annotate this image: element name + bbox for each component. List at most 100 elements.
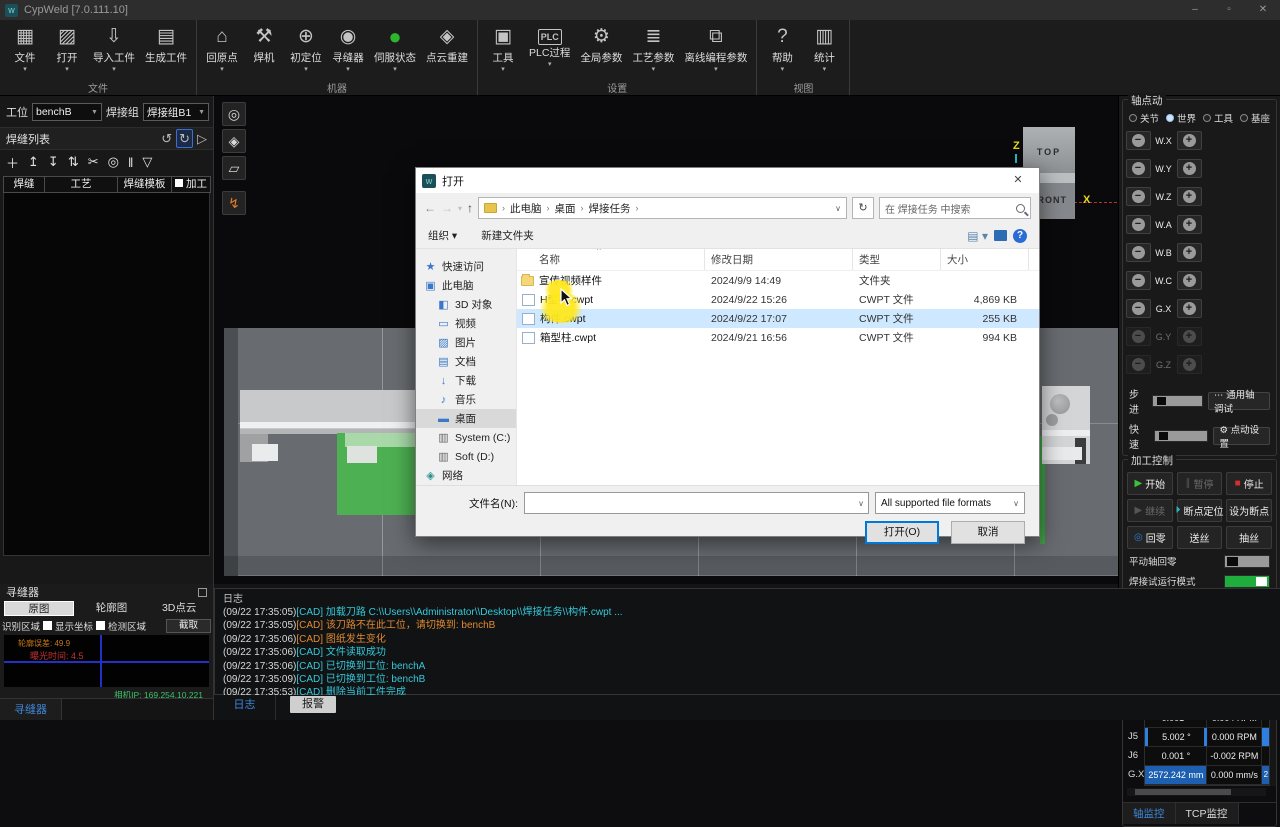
weld-list-tool-icon[interactable]: ↧ bbox=[48, 154, 59, 170]
jog-plus-button[interactable]: + bbox=[1177, 159, 1202, 178]
frame-radio[interactable]: 工具 bbox=[1203, 111, 1233, 125]
minimize-button[interactable]: – bbox=[1178, 0, 1212, 20]
maximize-button[interactable]: ▫ bbox=[1212, 0, 1246, 20]
jog-plus-button[interactable]: + bbox=[1177, 327, 1202, 346]
torch-icon[interactable]: ↯ bbox=[222, 191, 246, 215]
ribbon-button[interactable]: ⇩ 导入工件 ▾ bbox=[88, 24, 140, 74]
weld-list-tool-icon[interactable]: ＋ bbox=[6, 153, 19, 172]
play-icon[interactable]: ▷ bbox=[197, 130, 207, 147]
jog-minus-button[interactable]: − bbox=[1126, 355, 1151, 374]
sidebar-item[interactable]: ◧ 3D 对象 bbox=[416, 295, 516, 314]
breakpoint-locate-button[interactable]: ⏵断点定位 bbox=[1177, 499, 1223, 522]
back-icon[interactable]: ← bbox=[424, 201, 436, 215]
weld-list-tool-icon[interactable]: ▽ bbox=[142, 154, 152, 170]
new-folder-button[interactable]: 新建文件夹 bbox=[481, 228, 534, 243]
start-button[interactable]: ▶开始 bbox=[1127, 472, 1173, 495]
close-button[interactable]: ✕ bbox=[1246, 0, 1280, 20]
jog-plus-button[interactable]: + bbox=[1177, 299, 1202, 318]
ribbon-button[interactable]: ● 伺服状态 ▾ bbox=[369, 24, 421, 74]
weld-list-tool-icon[interactable]: ◎ bbox=[108, 154, 119, 170]
frame-radio[interactable]: 基座 bbox=[1240, 111, 1270, 125]
help-icon[interactable]: ? bbox=[1013, 229, 1027, 243]
preview-pane-icon[interactable] bbox=[994, 230, 1007, 241]
section-view-icon[interactable]: ▱ bbox=[222, 156, 246, 180]
frame-radio[interactable]: 关节 bbox=[1129, 111, 1159, 125]
jog-minus-button[interactable]: − bbox=[1126, 131, 1151, 150]
jog-plus-button[interactable]: + bbox=[1177, 355, 1202, 374]
column-weld[interactable]: 焊缝 bbox=[3, 176, 45, 193]
jog-settings-button[interactable]: ⚙ 点动设置 bbox=[1213, 427, 1270, 445]
station-select[interactable]: benchB▼ bbox=[32, 103, 102, 121]
ribbon-button[interactable]: ▣ 工具 ▾ bbox=[482, 24, 524, 74]
weld-group-select[interactable]: 焊接组B1▼ bbox=[143, 103, 209, 121]
file-row[interactable]: 宣传视频样件 2024/9/9 14:49 文件夹 bbox=[517, 271, 1039, 290]
axis-debug-button[interactable]: ⋯ 通用轴调试 bbox=[1208, 392, 1270, 410]
organize-button[interactable]: 组织 ▾ bbox=[428, 228, 457, 243]
machining-checkbox[interactable] bbox=[175, 179, 183, 187]
weld-list-body[interactable] bbox=[3, 193, 210, 556]
tab-raw-image[interactable]: 原图 bbox=[4, 601, 74, 616]
axis-monitor-row[interactable]: 5.002 ° 0.000 RPM bbox=[1145, 728, 1269, 747]
tab-tcp-monitor[interactable]: TCP监控 bbox=[1176, 803, 1239, 824]
fast-slider[interactable] bbox=[1154, 430, 1209, 442]
cancel-button[interactable]: 取消 bbox=[951, 521, 1025, 544]
jog-minus-button[interactable]: − bbox=[1126, 271, 1151, 290]
jog-plus-button[interactable]: + bbox=[1177, 187, 1202, 206]
sidebar-item[interactable]: ◈ 网络 bbox=[416, 466, 516, 485]
column-size[interactable]: 大小 bbox=[941, 249, 1029, 270]
jog-minus-button[interactable]: − bbox=[1126, 327, 1151, 346]
ribbon-button[interactable]: ⊕ 初定位 ▾ bbox=[285, 24, 327, 74]
sidebar-item[interactable]: ♪ 音乐 bbox=[416, 390, 516, 409]
step-slider[interactable] bbox=[1152, 395, 1203, 407]
breadcrumb-chevron-icon[interactable]: ∨ bbox=[835, 204, 841, 213]
sidebar-item[interactable]: ▬ 桌面 bbox=[416, 409, 516, 428]
resume-button[interactable]: ▶继续 bbox=[1127, 499, 1173, 522]
wire-feed-button[interactable]: 送丝 bbox=[1177, 526, 1223, 549]
show-coords-checkbox[interactable] bbox=[43, 621, 52, 630]
expand-icon[interactable] bbox=[198, 588, 207, 597]
jog-minus-button[interactable]: − bbox=[1126, 215, 1151, 234]
dry-run-toggle[interactable] bbox=[1224, 575, 1270, 588]
jog-minus-button[interactable]: − bbox=[1126, 299, 1151, 318]
sidebar-item[interactable]: ▭ 视频 bbox=[416, 314, 516, 333]
tab-alarm[interactable]: 报警 bbox=[290, 696, 336, 713]
ribbon-button[interactable]: ⌂ 回原点 ▾ bbox=[201, 24, 243, 74]
filename-input[interactable]: ∨ bbox=[524, 492, 869, 514]
column-template[interactable]: 焊缝模板 bbox=[117, 176, 172, 193]
weld-list-tool-icon[interactable]: ⇅ bbox=[68, 154, 79, 170]
recognize-region-label[interactable]: 识别区域 bbox=[2, 619, 40, 633]
frame-radio[interactable]: 世界 bbox=[1166, 111, 1196, 125]
refresh-cw-icon[interactable]: ↻ bbox=[176, 129, 193, 148]
refresh-ccw-icon[interactable]: ↺ bbox=[161, 130, 172, 147]
sidebar-item[interactable]: ↓ 下载 bbox=[416, 371, 516, 390]
jog-plus-button[interactable]: + bbox=[1177, 271, 1202, 290]
open-button[interactable]: 打开(O) bbox=[865, 521, 939, 544]
ribbon-button[interactable]: ≣ 工艺参数 ▾ bbox=[627, 24, 679, 74]
tab-log[interactable]: 日志 bbox=[214, 695, 276, 720]
detect-region-checkbox[interactable] bbox=[96, 621, 105, 630]
ribbon-button[interactable]: ◈ 点云重建 bbox=[421, 24, 473, 74]
breadcrumb[interactable]: ›此电脑 ›桌面 ›焊接任务 ›∨ bbox=[478, 197, 847, 219]
iso-view-icon[interactable]: ◈ bbox=[222, 129, 246, 153]
ribbon-button[interactable]: ▦ 文件 ▾ bbox=[4, 24, 46, 74]
column-type[interactable]: 类型 bbox=[853, 249, 941, 270]
weld-list-tool-icon[interactable]: ✂ bbox=[88, 154, 99, 170]
dialog-close-icon[interactable]: ✕ bbox=[997, 168, 1039, 193]
ribbon-button[interactable]: ▤ 生成工件 bbox=[140, 24, 192, 74]
jog-minus-button[interactable]: − bbox=[1126, 187, 1151, 206]
tab-contour[interactable]: 轮廓图 bbox=[78, 601, 146, 616]
sidebar-item[interactable]: ▨ 图片 bbox=[416, 333, 516, 352]
column-machining[interactable]: 加工 bbox=[171, 176, 211, 193]
file-format-select[interactable]: All supported file formats ∨ bbox=[875, 492, 1025, 514]
sidebar-item[interactable]: ▣ 此电脑 bbox=[416, 276, 516, 295]
translation-home-toggle[interactable] bbox=[1224, 555, 1270, 568]
ribbon-button[interactable]: ⚙ 全局参数 bbox=[575, 24, 627, 74]
axis-monitor-row[interactable]: 2572.242 mm 0.000 mm/s 2 bbox=[1145, 766, 1269, 785]
axis-monitor-row[interactable]: 0.001 ° -0.002 RPM bbox=[1145, 747, 1269, 766]
fit-view-icon[interactable]: ◎ bbox=[222, 102, 246, 126]
up-icon[interactable]: ↑ bbox=[467, 201, 473, 215]
weld-list-tool-icon[interactable]: ↥ bbox=[28, 154, 39, 170]
jog-minus-button[interactable]: − bbox=[1126, 243, 1151, 262]
ribbon-button[interactable]: PLC PLC过程 ▾ bbox=[524, 24, 575, 69]
horizontal-scrollbar[interactable] bbox=[1127, 788, 1266, 796]
